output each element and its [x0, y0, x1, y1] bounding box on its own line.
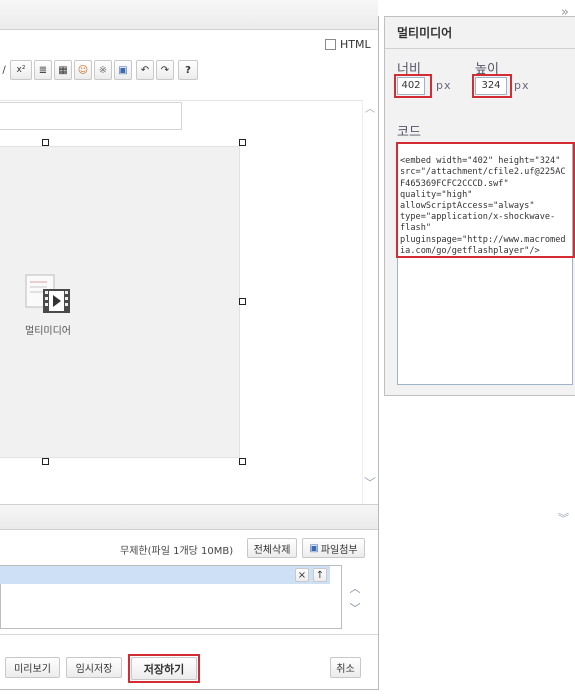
width-unit: px — [436, 79, 452, 92]
align-icon[interactable]: ≣ — [34, 60, 52, 80]
chevron-fragment-icon[interactable]: ∕ — [0, 60, 8, 80]
height-unit: px — [514, 79, 530, 92]
resize-handle-top-right[interactable] — [239, 139, 246, 146]
attachment-limit-info: 무제한(파일 1개당 10MB) — [120, 546, 234, 557]
help-icon[interactable]: ? — [178, 60, 198, 80]
redo-icon[interactable]: ↷ — [156, 60, 174, 80]
editor-header — [0, 0, 378, 30]
remove-attachment-icon[interactable]: × — [295, 568, 309, 582]
preview-button[interactable]: 미리보기 — [5, 657, 60, 678]
multimedia-icon — [25, 274, 73, 318]
list-scroll-down-icon[interactable]: ﹀ — [348, 600, 362, 616]
special-char-icon[interactable]: ※ — [94, 60, 112, 80]
temp-save-button[interactable]: 임시저장 — [66, 657, 122, 678]
title-input[interactable] — [0, 102, 182, 130]
width-highlight-box — [394, 74, 432, 98]
resize-handle-top[interactable] — [42, 139, 49, 146]
emoticon-icon[interactable]: ☺ — [74, 60, 92, 80]
editor-scrollbar[interactable] — [362, 100, 378, 504]
save-disk-icon[interactable]: ▣ — [114, 60, 132, 80]
code-label: 코드 — [397, 125, 421, 140]
superscript-button[interactable]: x² — [10, 60, 32, 80]
divider — [0, 634, 378, 635]
editor-resize-bar[interactable] — [0, 504, 378, 530]
html-mode-label: HTML — [340, 38, 371, 51]
delete-all-button[interactable]: 전체삭제 — [247, 538, 297, 558]
scroll-down-icon[interactable]: ﹀ — [362, 474, 378, 490]
panel-title: 멀티미디어 — [397, 26, 453, 40]
resize-handle-right[interactable] — [239, 298, 246, 305]
attach-file-label: 파일첨부 — [320, 544, 358, 556]
table-icon[interactable]: ▦ — [54, 60, 72, 80]
save-button[interactable]: 저장하기 — [131, 657, 197, 680]
multimedia-caption: 멀티미디어 — [25, 326, 71, 337]
code-highlight-box — [396, 142, 575, 258]
attach-file-button[interactable]: ▣ 파일첨부 — [302, 538, 365, 558]
disk-icon: ▣ — [309, 542, 319, 554]
undo-icon[interactable]: ↶ — [136, 60, 154, 80]
list-scroll-up-icon[interactable]: ︿ — [348, 580, 362, 596]
height-highlight-box — [472, 74, 512, 98]
html-mode-checkbox[interactable] — [325, 39, 336, 50]
resize-handle-bottom-right[interactable] — [239, 458, 246, 465]
scroll-up-icon[interactable]: ︿ — [362, 100, 378, 116]
double-chevron-down-icon[interactable]: ︾ — [558, 510, 569, 526]
move-up-icon[interactable]: ↑ — [313, 568, 327, 582]
cancel-button[interactable]: 취소 — [330, 657, 361, 678]
divider — [385, 48, 575, 49]
resize-handle-bottom[interactable] — [42, 458, 49, 465]
attachment-row[interactable] — [0, 566, 330, 584]
